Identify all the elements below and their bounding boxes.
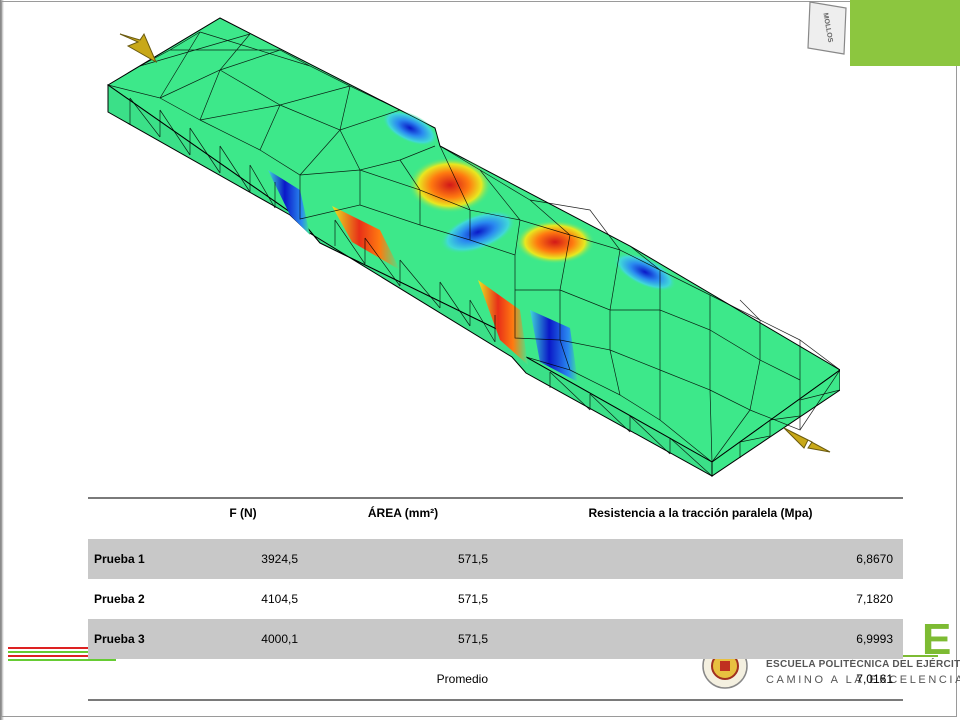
table-row: Prueba 2 4104,5 571,5 7,1820 <box>88 579 903 619</box>
area-cell: 571,5 <box>308 619 498 659</box>
accent-corner <box>850 0 960 66</box>
strength-cell: 6,8670 <box>498 539 903 579</box>
force-cell: 4104,5 <box>261 592 298 606</box>
header-area: ÁREA (mm²) <box>308 497 498 527</box>
strength-cell: 7,1820 <box>856 592 893 606</box>
stress-hotspot-red <box>408 157 492 213</box>
header-strength: Resistencia a la tracción paralela (Mpa) <box>498 497 903 527</box>
header-cell <box>88 497 178 527</box>
row-label: Prueba 2 <box>94 592 145 606</box>
strength-cell: 6,9993 <box>498 619 903 659</box>
force-cell: 3924,5 <box>178 539 308 579</box>
force-cell: 4000,1 <box>178 619 308 659</box>
table-row: Prueba 1 3924,5 571,5 6,8670 <box>88 539 903 579</box>
stress-hotspot-red <box>515 220 595 264</box>
average-label: Promedio <box>308 659 498 701</box>
logo-letter: E <box>922 615 952 664</box>
row-label: Prueba 1 <box>88 539 178 579</box>
fem-stress-model <box>107 17 840 477</box>
table-row: Prueba 3 4000,1 571,5 6,9993 <box>88 619 903 659</box>
row-label: Prueba 3 <box>88 619 178 659</box>
area-cell: 571,5 <box>308 539 498 579</box>
average-row: Promedio 7,0161 <box>88 659 903 701</box>
average-value: 7,0161 <box>498 659 903 701</box>
load-arrow-right <box>783 427 831 453</box>
load-arrow-left <box>119 32 158 64</box>
table-header-row: F (N) ÁREA (mm²) Resistencia a la tracci… <box>88 497 903 527</box>
header-force: F (N) <box>178 497 308 527</box>
results-table: F (N) ÁREA (mm²) Resistencia a la tracci… <box>88 497 903 701</box>
area-cell: 571,5 <box>457 592 488 606</box>
